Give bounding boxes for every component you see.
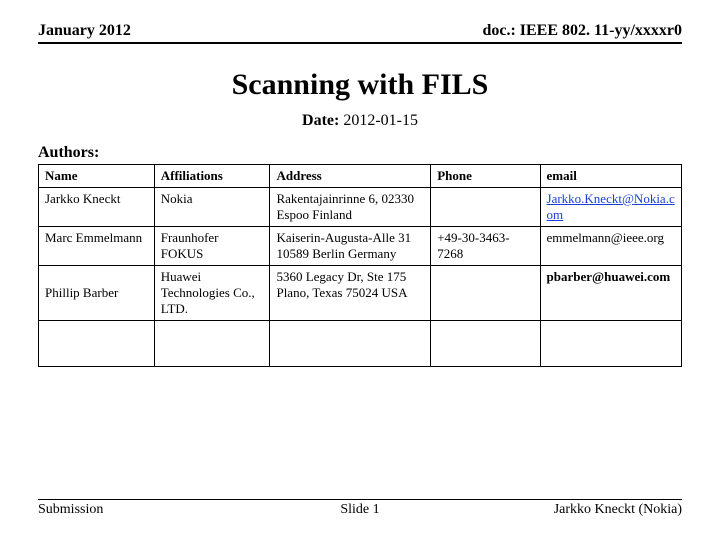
header-date: January 2012 (38, 22, 131, 40)
date-value: 2012-01-15 (343, 112, 418, 129)
cell-affiliations: Nokia (154, 188, 270, 227)
cell-name: Marc Emmelmann (39, 227, 155, 266)
date-label: Date: (302, 112, 339, 129)
col-name: Name (39, 165, 155, 188)
col-email: email (540, 165, 681, 188)
col-affiliations: Affiliations (154, 165, 270, 188)
cell-phone: +49-30-3463-7268 (431, 227, 540, 266)
cell-phone (431, 266, 540, 321)
cell-phone (431, 188, 540, 227)
cell-email: Jarkko.Kneckt@Nokia.com (540, 188, 681, 227)
footer-left: Submission (38, 502, 103, 518)
table-header-row: Name Affiliations Address Phone email (39, 165, 682, 188)
table-row (39, 321, 682, 367)
table-row: Jarkko Kneckt Nokia Rakentajainrinne 6, … (39, 188, 682, 227)
footer: Submission Slide 1 Jarkko Kneckt (Nokia) (38, 499, 682, 518)
footer-right: Jarkko Kneckt (Nokia) (554, 502, 682, 518)
table-row: Phillip Barber Huawei Technologies Co., … (39, 266, 682, 321)
cell-affiliations: Fraunhofer FOKUS (154, 227, 270, 266)
page-title: Scanning with FILS (38, 68, 682, 102)
cell-affiliations: Huawei Technologies Co., LTD. (154, 266, 270, 321)
cell-name: Phillip Barber (39, 266, 155, 321)
email-link[interactable]: Jarkko.Kneckt@Nokia.com (547, 191, 675, 222)
cell-email: pbarber@huawei.com (540, 266, 681, 321)
header-doc-id: doc.: IEEE 802. 11-yy/xxxxr0 (482, 22, 682, 40)
cell-email: emmelmann@ieee.org (540, 227, 681, 266)
col-phone: Phone (431, 165, 540, 188)
col-address: Address (270, 165, 431, 188)
table-row: Marc Emmelmann Fraunhofer FOKUS Kaiserin… (39, 227, 682, 266)
cell-address: Rakentajainrinne 6, 02330 Espoo Finland (270, 188, 431, 227)
cell-address: Kaiserin-Augusta-Alle 31 10589 Berlin Ge… (270, 227, 431, 266)
authors-heading: Authors: (38, 144, 682, 162)
date-line: Date: 2012-01-15 (38, 112, 682, 130)
authors-table: Name Affiliations Address Phone email Ja… (38, 164, 682, 367)
cell-name: Jarkko Kneckt (39, 188, 155, 227)
cell-address: 5360 Legacy Dr, Ste 175 Plano, Texas 750… (270, 266, 431, 321)
